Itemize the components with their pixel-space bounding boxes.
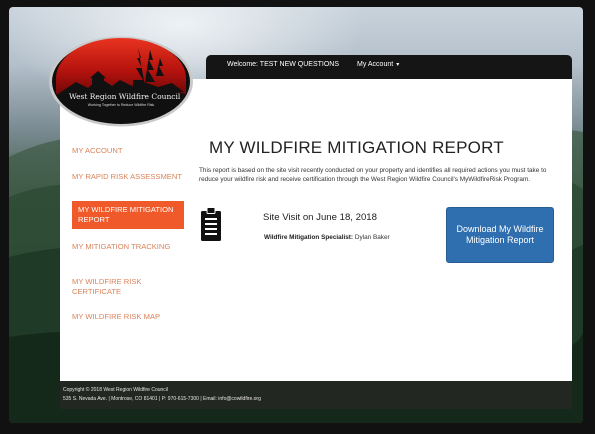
sidebar-item-my-account[interactable]: MY ACCOUNT xyxy=(72,146,184,156)
sidebar-item-rapid-risk-assessment[interactable]: MY RAPID RISK ASSESSMENT xyxy=(72,172,184,182)
my-account-menu[interactable]: My Account ▾ xyxy=(357,61,399,68)
footer-copyright: Copyright © 2018 West Region Wildfire Co… xyxy=(63,387,169,393)
specialist-line: Wildfire Mitigation Specialist: Dylan Ba… xyxy=(264,234,390,241)
site-visit-title: Site Visit on June 18, 2018 xyxy=(263,212,377,223)
sidebar-item-mitigation-report[interactable]: MY WILDFIRE MITIGATION REPORT xyxy=(72,201,184,229)
council-logo xyxy=(49,36,193,127)
page-frame: Welcome: TEST NEW QUESTIONS My Account ▾ … xyxy=(9,7,583,423)
specialist-name: Dylan Baker xyxy=(354,234,390,241)
logo-name-text: West Region Wildfire Council xyxy=(69,92,181,101)
report-intro: This report is based on the site visit r… xyxy=(199,167,547,183)
caret-down-icon: ▾ xyxy=(396,62,400,68)
specialist-label: Wildfire Mitigation Specialist: xyxy=(264,234,354,241)
page-title: MY WILDFIRE MITIGATION REPORT xyxy=(209,138,504,157)
welcome-text: Welcome: TEST NEW QUESTIONS xyxy=(227,61,340,68)
sidebar-item-risk-certificate[interactable]: MY WILDFIRE RISK CERTIFICATE xyxy=(72,277,184,297)
download-report-button[interactable]: Download My Wildfire Mitigation Report xyxy=(446,207,554,263)
clipboard-icon xyxy=(201,207,221,241)
account-bar: Welcome: TEST NEW QUESTIONS My Account ▾ xyxy=(206,55,572,79)
logo-tagline-text: Working Together to Reduce Wildfire Risk xyxy=(87,103,155,107)
footer: Copyright © 2018 West Region Wildfire Co… xyxy=(60,381,572,409)
my-account-label: My Account xyxy=(357,61,394,68)
footer-address: 535 S. Nevada Ave. | Montrose, CO 81401 … xyxy=(63,396,261,402)
sidebar-item-risk-map[interactable]: MY WILDFIRE RISK MAP xyxy=(72,312,184,322)
sidebar-item-mitigation-tracking[interactable]: MY MITIGATION TRACKING xyxy=(72,242,184,252)
